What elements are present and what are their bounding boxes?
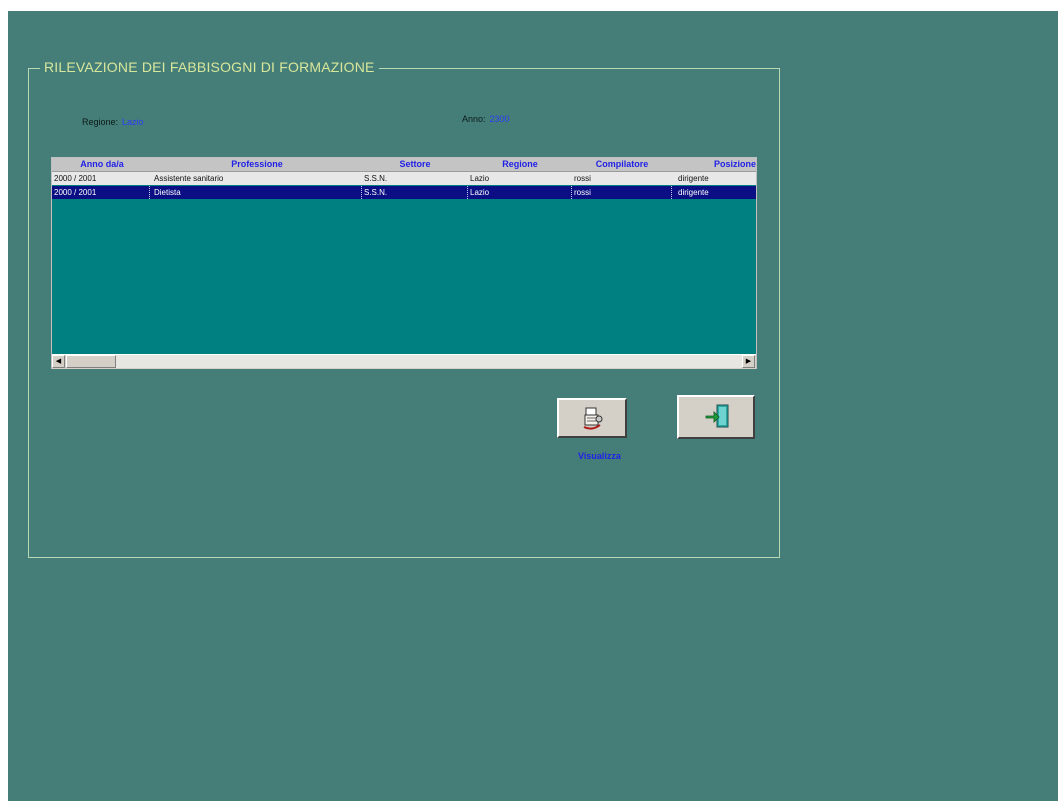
grid-header: Anno da/a Professione Settore Regione Co… bbox=[52, 158, 756, 172]
scroll-right-icon[interactable]: ▶ bbox=[742, 355, 755, 368]
cell-settore: S.S.N. bbox=[362, 186, 468, 199]
data-grid[interactable]: Anno da/a Professione Settore Regione Co… bbox=[51, 157, 757, 369]
view-button[interactable] bbox=[557, 398, 627, 438]
document-view-icon bbox=[583, 407, 603, 430]
column-header-settore[interactable]: Settore bbox=[362, 158, 468, 171]
cell-professione: Dietista bbox=[152, 186, 362, 199]
cell-anno: 2000 / 2001 bbox=[54, 174, 97, 183]
column-header-anno[interactable]: Anno da/a bbox=[54, 158, 150, 171]
column-header-posizione[interactable]: Posizione bbox=[672, 158, 756, 171]
cell-posizione: dirigente bbox=[678, 174, 709, 183]
cell-compilatore: rossi bbox=[574, 174, 591, 183]
horizontal-scrollbar[interactable]: ◀ ▶ bbox=[52, 354, 756, 369]
scrollbar-thumb[interactable] bbox=[66, 355, 116, 368]
cell-professione: Assistente sanitario bbox=[154, 174, 224, 183]
cell-compilatore: rossi bbox=[572, 186, 672, 199]
cell-anno: 2000 / 2001 bbox=[52, 186, 150, 199]
scroll-left-icon[interactable]: ◀ bbox=[52, 355, 65, 368]
cell-posizione: dirigente bbox=[678, 188, 709, 197]
table-row[interactable]: 2000 / 2001 Assistente sanitario S.S.N. … bbox=[52, 172, 756, 185]
anno-label: Anno: bbox=[462, 114, 486, 124]
form-title: RILEVAZIONE DEI FABBISOGNI DI FORMAZIONE bbox=[40, 58, 379, 76]
column-header-compilatore[interactable]: Compilatore bbox=[572, 158, 672, 171]
cell-regione: Lazio bbox=[470, 174, 490, 183]
view-button-caption[interactable]: Visualizza bbox=[578, 451, 621, 461]
column-header-professione[interactable]: Professione bbox=[152, 158, 362, 171]
application-window: RILEVAZIONE DEI FABBISOGNI DI FORMAZIONE… bbox=[8, 11, 1058, 801]
table-row-selected[interactable]: 2000 / 2001 Dietista S.S.N. Lazio rossi … bbox=[52, 186, 756, 199]
cell-regione: Lazio bbox=[468, 186, 572, 199]
regione-field: Regione: Lazio bbox=[82, 117, 144, 127]
regione-value: Lazio bbox=[122, 117, 144, 127]
anno-field: Anno: 2300 bbox=[462, 114, 510, 124]
exit-button[interactable] bbox=[677, 395, 755, 439]
column-header-regione[interactable]: Regione bbox=[468, 158, 572, 171]
regione-label: Regione: bbox=[82, 117, 119, 127]
anno-value: 2300 bbox=[489, 114, 510, 124]
exit-door-icon bbox=[705, 404, 729, 428]
cell-settore: S.S.N. bbox=[364, 174, 388, 183]
scrollbar-track[interactable] bbox=[116, 355, 742, 368]
